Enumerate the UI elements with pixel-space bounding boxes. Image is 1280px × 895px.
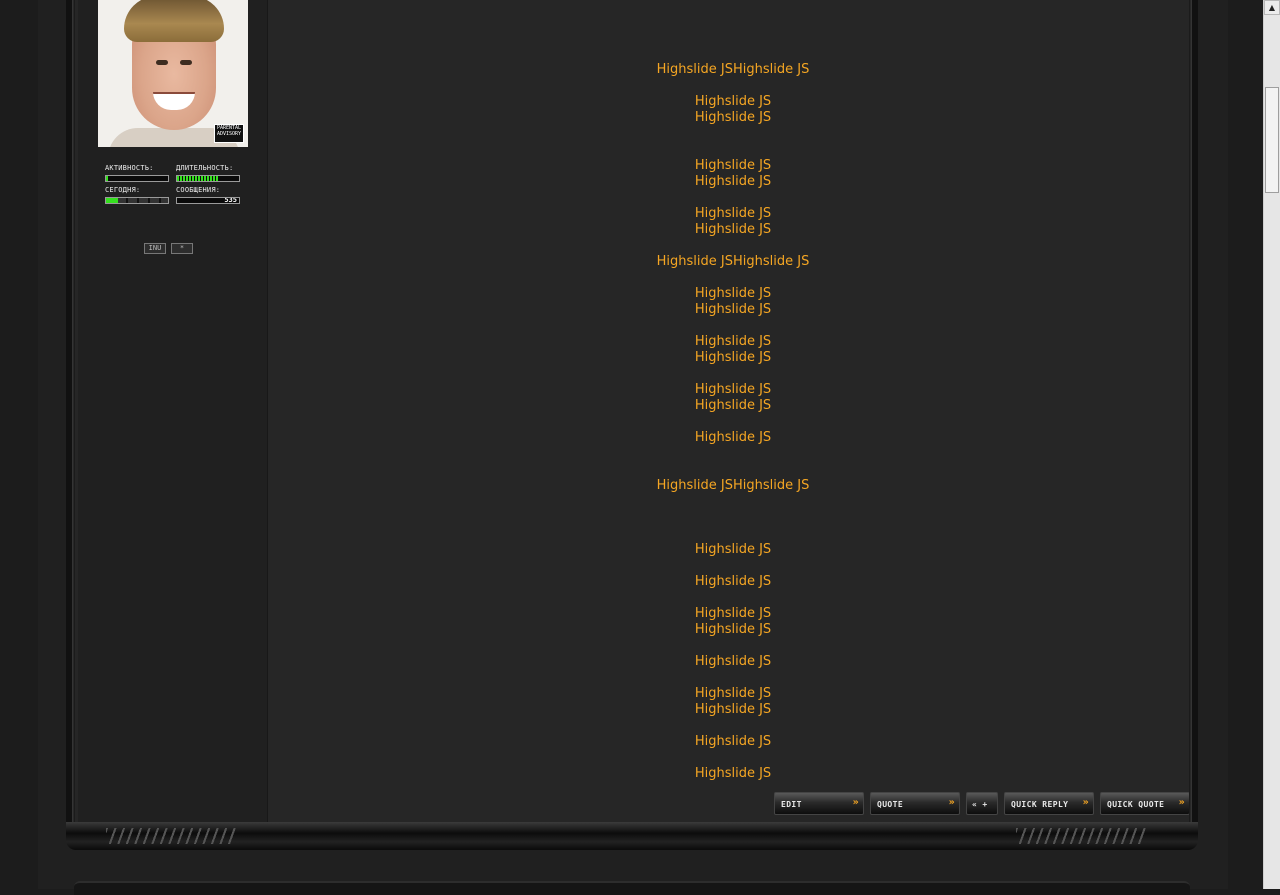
- highslide-link[interactable]: Highslide JS: [268, 702, 1198, 718]
- highslide-link[interactable]: Highslide JS: [268, 382, 1198, 398]
- scroll-up-arrow-icon[interactable]: ▲: [1264, 0, 1280, 15]
- highslide-link[interactable]: Highslide JS: [268, 686, 1198, 702]
- highslide-link[interactable]: Highslide JS: [268, 654, 1198, 670]
- avatar[interactable]: PARENTAL ADVISORY: [98, 0, 248, 147]
- highslide-link[interactable]: Highslide JSHighslide JS: [268, 478, 1198, 494]
- double-chevron-right-icon: »: [1082, 797, 1089, 808]
- quote-button[interactable]: QUOTE »: [870, 792, 960, 815]
- stat-today: СЕГОДНЯ:: [105, 186, 171, 204]
- edit-button-label: EDIT: [781, 800, 802, 809]
- highslide-link[interactable]: Highslide JS: [268, 622, 1198, 638]
- duration-bar-fill: [177, 176, 220, 181]
- multiquote-button[interactable]: « +: [966, 792, 998, 815]
- avatar-hair: [124, 0, 224, 42]
- next-post-frame: [74, 881, 1190, 895]
- highslide-link[interactable]: Highslide JS: [268, 334, 1198, 350]
- post-footer-bar: [66, 822, 1198, 850]
- highslide-link[interactable]: Highslide JS: [268, 350, 1198, 366]
- footer-decoration-left: [106, 828, 236, 844]
- user-star-button[interactable]: *: [171, 243, 193, 254]
- messages-bar: 535: [176, 197, 240, 204]
- highslide-link[interactable]: Highslide JS: [268, 94, 1198, 110]
- quick-quote-button-label: QUICK QUOTE: [1107, 800, 1165, 809]
- vertical-scrollbar[interactable]: ▲: [1263, 0, 1280, 889]
- quick-reply-button[interactable]: QUICK REPLY »: [1004, 792, 1094, 815]
- post-frame: PARENTAL ADVISORY АКТИВНОСТЬ: ДЛИТЕЛЬНОС…: [66, 0, 1198, 828]
- highslide-link[interactable]: Highslide JS: [268, 302, 1198, 318]
- highslide-link[interactable]: Highslide JSHighslide JS: [268, 62, 1198, 78]
- highslide-link[interactable]: Highslide JS: [268, 574, 1198, 590]
- user-buttons: INU *: [144, 235, 198, 254]
- activity-bar-fill: [106, 176, 108, 181]
- highslide-link[interactable]: Highslide JS: [268, 206, 1198, 222]
- double-chevron-right-icon: »: [948, 797, 955, 808]
- stat-today-label: СЕГОДНЯ:: [105, 186, 141, 194]
- quick-quote-button[interactable]: QUICK QUOTE »: [1100, 792, 1190, 815]
- stat-messages: СООБЩЕНИЯ: 535: [176, 186, 242, 204]
- avatar-eye-left: [156, 60, 168, 65]
- highslide-link[interactable]: Highslide JS: [268, 542, 1198, 558]
- activity-bar: [105, 175, 169, 182]
- double-chevron-right-icon: »: [852, 797, 859, 808]
- highslide-link[interactable]: Highslide JS: [268, 110, 1198, 126]
- today-bar-fill: [106, 198, 119, 203]
- stat-messages-label: СООБЩЕНИЯ:: [176, 186, 221, 194]
- highslide-link[interactable]: Highslide JS: [268, 430, 1198, 446]
- stat-duration-label: ДЛИТЕЛЬНОСТЬ:: [176, 164, 234, 172]
- messages-count: 535: [224, 197, 237, 204]
- highslide-link[interactable]: Highslide JS: [268, 398, 1198, 414]
- duration-bar: [176, 175, 240, 182]
- stat-activity-label: АКТИВНОСТЬ:: [105, 164, 154, 172]
- quote-button-label: QUOTE: [877, 800, 904, 809]
- highslide-link[interactable]: Highslide JS: [268, 286, 1198, 302]
- highslide-link[interactable]: Highslide JS: [268, 734, 1198, 750]
- stat-duration: ДЛИТЕЛЬНОСТЬ:: [176, 164, 242, 182]
- parental-advisory-logo: PARENTAL ADVISORY: [214, 124, 244, 143]
- stat-activity: АКТИВНОСТЬ:: [105, 164, 171, 182]
- user-info-button[interactable]: INU: [144, 243, 166, 254]
- highslide-link[interactable]: Highslide JS: [268, 222, 1198, 238]
- quick-reply-button-label: QUICK REPLY: [1011, 800, 1069, 809]
- user-sidebar: PARENTAL ADVISORY АКТИВНОСТЬ: ДЛИТЕЛЬНОС…: [78, 0, 268, 828]
- edit-button[interactable]: EDIT »: [774, 792, 864, 815]
- highslide-link[interactable]: Highslide JS: [268, 174, 1198, 190]
- highslide-link[interactable]: Highslide JS: [268, 606, 1198, 622]
- highslide-link[interactable]: Highslide JS: [268, 158, 1198, 174]
- highslide-link[interactable]: Highslide JSHighslide JS: [268, 254, 1198, 270]
- footer-decoration-right: [1016, 828, 1146, 844]
- post-content: Highslide JSHighslide JS Highslide JS High…: [268, 0, 1190, 828]
- scrollbar-thumb[interactable]: [1265, 87, 1279, 193]
- multiquote-button-label: « +: [972, 800, 988, 809]
- avatar-eye-right: [180, 60, 192, 65]
- today-bar: [105, 197, 169, 204]
- highslide-link[interactable]: Highslide JS: [268, 766, 1198, 782]
- double-chevron-right-icon: »: [1178, 797, 1185, 808]
